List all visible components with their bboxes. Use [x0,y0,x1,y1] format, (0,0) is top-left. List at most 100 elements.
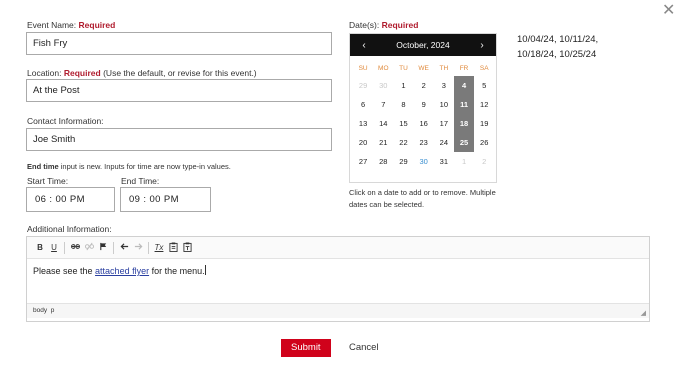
calendar-day[interactable]: 21 [373,133,393,152]
additional-info-label: Additional Information: [27,224,112,234]
calendar-day[interactable]: 2 [474,152,494,171]
editor-text: Please see the [33,266,96,276]
element-path: body p [33,307,55,314]
calendar-day[interactable]: 1 [393,76,413,95]
redo-icon[interactable] [131,242,145,253]
end-time-label: End Time: [121,176,160,186]
selected-dates-line: 10/18/24, 10/25/24 [517,49,597,60]
calendar-day[interactable]: 31 [434,152,454,171]
weekday-header: SA [479,65,489,72]
calendar-header: ‹ October, 2024 › [350,34,496,56]
toolbar-divider [148,241,149,254]
editor-content[interactable]: Please see the attached flyer for the me… [27,259,649,304]
calendar-day[interactable]: 6 [353,95,373,114]
flag-icon[interactable] [96,242,110,253]
calendar-day[interactable]: 15 [393,114,413,133]
calendar-day[interactable]: 30 [414,152,434,171]
required-marker: Required [63,68,101,78]
event-name-input[interactable]: Fish Fry [26,32,332,55]
calendar-day[interactable]: 7 [373,95,393,114]
calendar-day[interactable]: 16 [414,114,434,133]
calendar-day-selected[interactable]: 11 [453,95,475,114]
selected-dates: 10/04/24, 10/11/24, 10/18/24, 10/25/24 [517,32,598,62]
weekday-header: SU [358,65,368,72]
rich-text-editor: B U Tx Please see the attached flyer for… [26,236,650,322]
undo-icon[interactable] [117,242,131,253]
event-name-label-text: Event Name: [27,20,77,30]
calendar-help: Click on a date to add or to remove. Mul… [349,187,496,211]
bold-button[interactable]: B [33,243,47,252]
weekday-header: TH [439,65,449,72]
contact-label: Contact Information: [27,116,104,126]
weekday-header: FR [459,65,469,72]
attached-flyer-link[interactable]: attached flyer [95,266,149,276]
event-name-label: Event Name: Required [27,20,115,30]
cancel-button[interactable]: Cancel [349,342,379,353]
close-icon[interactable]: ✕ [662,3,675,19]
end-time-input[interactable]: 09 : 00 PM [120,187,211,212]
date-picker: ‹ October, 2024 › SU MO TU WE TH FR SA 29 30 1 2 3 4… [349,33,497,183]
calendar-day[interactable]: 8 [393,95,413,114]
calendar-day[interactable]: 28 [373,152,393,171]
location-hint: (Use the default, or revise for this eve… [103,68,257,78]
weekday-header: TU [399,65,408,72]
location-label-text: Location: [27,68,62,78]
underline-button[interactable]: U [47,243,61,252]
editor-status-bar: body p ◢ [27,304,649,318]
unlink-icon[interactable] [82,242,96,253]
prev-month-icon[interactable]: ‹ [358,40,370,51]
location-label: Location: Required (Use the default, or … [27,68,257,78]
calendar-day[interactable]: 20 [353,133,373,152]
calendar-day[interactable]: 3 [434,76,454,95]
contact-input[interactable]: Joe Smith [26,128,332,151]
required-marker: Required [381,20,419,30]
submit-button[interactable]: Submit [281,339,331,357]
toolbar-divider [64,241,65,254]
time-note: End time input is new. Inputs for time a… [27,162,231,171]
paste-text-icon[interactable] [180,242,194,254]
calendar-day[interactable]: 10 [434,95,454,114]
toolbar-divider [113,241,114,254]
clear-format-icon[interactable]: Tx [152,243,166,252]
link-icon[interactable] [68,242,82,253]
text-caret [204,265,206,275]
start-time-label: Start Time: [27,176,69,186]
calendar-month-title: October, 2024 [396,40,450,50]
calendar-day[interactable]: 27 [353,152,373,171]
calendar-grid: SU MO TU WE TH FR SA 29 30 1 2 3 4 5 6 7 8 9 10 11 12 13 14 15 1… [350,56,496,171]
calendar-day-selected[interactable]: 4 [453,76,475,95]
calendar-day[interactable]: 13 [353,114,373,133]
time-note-rest: input is new. Inputs for time are now ty… [58,162,231,171]
calendar-day[interactable]: 23 [414,133,434,152]
dates-label: Date(s): Required [349,20,418,30]
start-time-input[interactable]: 06 : 00 PM [26,187,115,212]
calendar-day-selected[interactable]: 25 [453,133,475,152]
calendar-day[interactable]: 24 [434,133,454,152]
calendar-day[interactable]: 26 [474,133,494,152]
resize-handle-icon[interactable]: ◢ [641,309,646,317]
next-month-icon[interactable]: › [476,40,488,51]
paste-icon[interactable] [166,242,180,254]
calendar-day[interactable]: 29 [393,152,413,171]
selected-dates-line: 10/04/24, 10/11/24, [517,34,599,45]
weekday-header: WE [418,65,429,72]
calendar-day[interactable]: 9 [414,95,434,114]
weekday-header: MO [378,65,389,72]
calendar-day[interactable]: 12 [474,95,494,114]
calendar-help-line: dates can be selected. [349,200,425,209]
calendar-day-selected[interactable]: 18 [453,114,475,133]
time-note-bold: End time [27,162,59,171]
calendar-day[interactable]: 30 [373,76,393,95]
calendar-day[interactable]: 22 [393,133,413,152]
required-marker: Required [78,20,116,30]
calendar-day[interactable]: 19 [474,114,494,133]
calendar-day[interactable]: 17 [434,114,454,133]
calendar-day[interactable]: 1 [454,152,474,171]
location-input[interactable]: At the Post [26,79,332,102]
calendar-day[interactable]: 14 [373,114,393,133]
calendar-day[interactable]: 2 [414,76,434,95]
calendar-help-line: Click on a date to add or to remove. Mul… [349,188,496,197]
calendar-day[interactable]: 5 [474,76,494,95]
dates-label-text: Date(s): [349,20,380,30]
calendar-day[interactable]: 29 [353,76,373,95]
